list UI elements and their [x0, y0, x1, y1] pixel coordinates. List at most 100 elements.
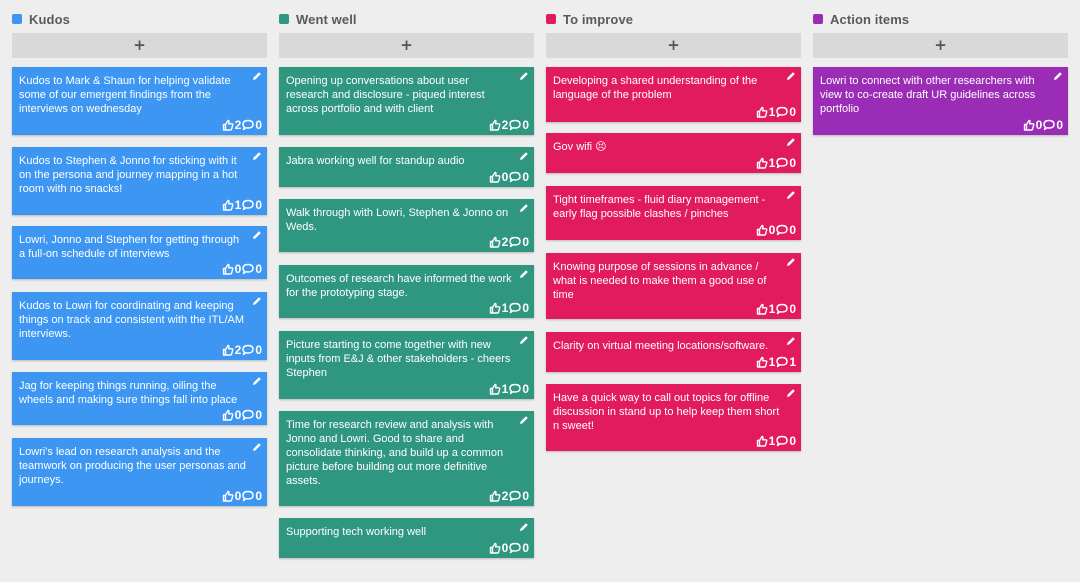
comment-count: 0 [789, 105, 796, 119]
retro-card[interactable]: Walk through with Lowri, Stephen & Jonno… [279, 199, 534, 252]
retro-card[interactable]: Picture starting to come together with n… [279, 331, 534, 399]
pencil-icon[interactable] [252, 442, 262, 452]
retro-card[interactable]: Outcomes of research have informed the w… [279, 265, 534, 318]
card-footer: 10 [222, 198, 262, 212]
retro-card[interactable]: Jabra working well for standup audio 0 0 [279, 147, 534, 187]
retro-card[interactable]: Kudos to Lowri for coordinating and keep… [12, 292, 267, 360]
retro-card[interactable]: Tight timeframes - fluid diary managemen… [546, 186, 801, 240]
retro-card[interactable]: Kudos to Stephen & Jonno for sticking wi… [12, 147, 267, 215]
retro-card[interactable]: Developing a shared understanding of the… [546, 67, 801, 122]
pencil-icon[interactable] [252, 151, 262, 161]
retro-card[interactable]: Supporting tech working well 0 0 [279, 518, 534, 558]
speech-bubble-icon[interactable] [776, 356, 789, 368]
speech-bubble-icon[interactable] [509, 383, 522, 395]
add-card-button[interactable]: + [279, 33, 534, 58]
thumbs-up-icon[interactable] [222, 263, 234, 275]
thumbs-up-icon[interactable] [222, 119, 234, 131]
thumbs-up-icon[interactable] [756, 157, 768, 169]
card-text: Knowing purpose of sessions in advance /… [553, 261, 767, 301]
thumbs-up-icon[interactable] [489, 119, 501, 131]
card-text: Lowri to connect with other researchers … [820, 75, 1036, 115]
pencil-icon[interactable] [786, 71, 796, 81]
comment-count: 0 [522, 118, 529, 132]
column-title: Went well [296, 11, 357, 27]
thumbs-up-icon[interactable] [756, 356, 768, 368]
thumbs-up-icon[interactable] [222, 199, 234, 211]
pencil-icon[interactable] [519, 269, 529, 279]
card-text: Walk through with Lowri, Stephen & Jonno… [286, 207, 509, 233]
speech-bubble-icon[interactable] [1043, 119, 1056, 131]
retro-card[interactable]: Time for research review and analysis wi… [279, 411, 534, 506]
speech-bubble-icon[interactable] [776, 224, 789, 236]
speech-bubble-icon[interactable] [242, 490, 255, 502]
vote-count: 0 [501, 170, 509, 184]
pencil-icon[interactable] [786, 190, 796, 200]
speech-bubble-icon[interactable] [509, 119, 522, 131]
pencil-icon[interactable] [519, 71, 529, 81]
speech-bubble-icon[interactable] [509, 302, 522, 314]
retro-card[interactable]: Knowing purpose of sessions in advance /… [546, 253, 801, 319]
column-title: Action items [830, 11, 910, 27]
pencil-icon[interactable] [786, 257, 796, 267]
retro-card[interactable]: Lowri's lead on research analysis and th… [12, 438, 267, 506]
thumbs-up-icon[interactable] [489, 171, 501, 183]
thumbs-up-icon[interactable] [756, 106, 768, 118]
speech-bubble-icon[interactable] [776, 106, 789, 118]
pencil-icon[interactable] [786, 388, 796, 398]
retro-card[interactable]: Gov wifi 😣 1 0 [546, 133, 801, 173]
add-card-button[interactable]: + [12, 33, 267, 58]
pencil-icon[interactable] [519, 415, 529, 425]
thumbs-up-icon[interactable] [222, 409, 234, 421]
thumbs-up-icon[interactable] [489, 302, 501, 314]
pencil-icon[interactable] [252, 296, 262, 306]
column-header: Action items [813, 10, 909, 28]
thumbs-up-icon[interactable] [489, 383, 501, 395]
thumbs-up-icon[interactable] [489, 542, 501, 554]
thumbs-up-icon[interactable] [222, 490, 234, 502]
pencil-icon[interactable] [786, 137, 796, 147]
card-text: Gov wifi 😣 [553, 141, 607, 153]
retro-card[interactable]: Lowri, Jonno and Stephen for getting thr… [12, 226, 267, 279]
speech-bubble-icon[interactable] [509, 490, 522, 502]
vote-count: 0 [501, 541, 509, 555]
speech-bubble-icon[interactable] [509, 236, 522, 248]
pencil-icon[interactable] [786, 336, 796, 346]
speech-bubble-icon[interactable] [242, 263, 255, 275]
speech-bubble-icon[interactable] [242, 199, 255, 211]
speech-bubble-icon[interactable] [509, 171, 522, 183]
vote-count: 0 [1035, 118, 1043, 132]
pencil-icon[interactable] [252, 376, 262, 386]
thumbs-up-icon[interactable] [756, 303, 768, 315]
retro-card[interactable]: Have a quick way to call out topics for … [546, 384, 801, 451]
speech-bubble-icon[interactable] [776, 157, 789, 169]
speech-bubble-icon[interactable] [242, 344, 255, 356]
pencil-icon[interactable] [519, 522, 529, 532]
speech-bubble-icon[interactable] [242, 119, 255, 131]
comment-count: 0 [255, 408, 262, 422]
retro-card[interactable]: Lowri to connect with other researchers … [813, 67, 1068, 135]
speech-bubble-icon[interactable] [242, 409, 255, 421]
pencil-icon[interactable] [252, 230, 262, 240]
add-card-button[interactable]: + [546, 33, 801, 58]
thumbs-up-icon[interactable] [756, 435, 768, 447]
thumbs-up-icon[interactable] [1023, 119, 1035, 131]
speech-bubble-icon[interactable] [509, 542, 522, 554]
pencil-icon[interactable] [519, 151, 529, 161]
retro-card[interactable]: Clarity on virtual meeting locations/sof… [546, 332, 801, 372]
retro-card[interactable]: Jag for keeping things running, oiling t… [12, 372, 267, 425]
pencil-icon[interactable] [1053, 71, 1063, 81]
pencil-icon[interactable] [519, 335, 529, 345]
thumbs-up-icon[interactable] [489, 490, 501, 502]
speech-bubble-icon[interactable] [776, 303, 789, 315]
add-card-button[interactable]: + [813, 33, 1068, 58]
retro-card[interactable]: Opening up conversations about user rese… [279, 67, 534, 135]
speech-bubble-icon[interactable] [776, 435, 789, 447]
retro-card[interactable]: Kudos to Mark & Shaun for helping valida… [12, 67, 267, 135]
thumbs-up-icon[interactable] [756, 224, 768, 236]
pencil-icon[interactable] [252, 71, 262, 81]
thumbs-up-icon[interactable] [222, 344, 234, 356]
thumbs-up-icon[interactable] [489, 236, 501, 248]
comment-count: 0 [789, 302, 796, 316]
vote-count: 2 [501, 489, 509, 503]
pencil-icon[interactable] [519, 203, 529, 213]
